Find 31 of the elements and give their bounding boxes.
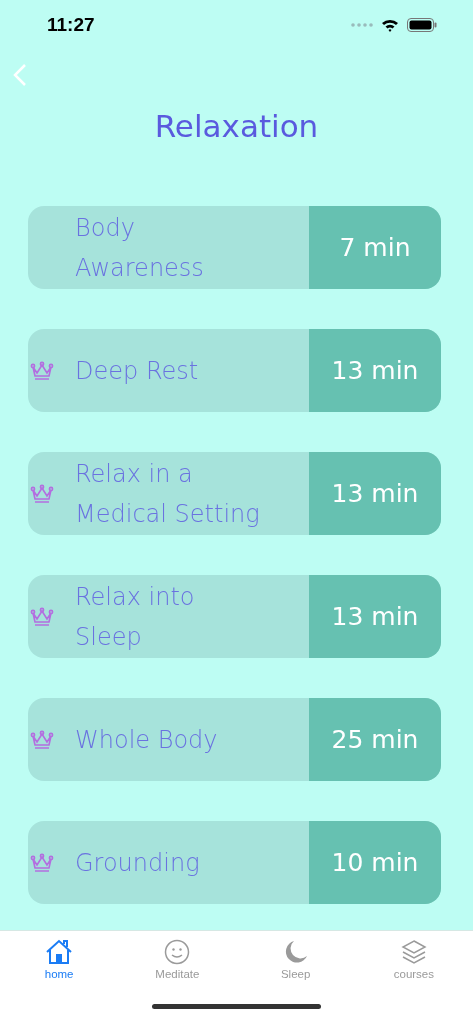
tab[interactable]: Sleep	[245, 939, 346, 980]
signal-icon	[351, 23, 373, 27]
session-card[interactable]: Whole Body 25 min	[28, 698, 441, 781]
wifi-icon	[381, 18, 399, 32]
session-name: Deep Rest	[75, 355, 199, 387]
session-duration: 13 min	[309, 575, 441, 658]
session-card[interactable]: Body Awareness 7 min	[28, 206, 441, 289]
session-duration: 25 min	[309, 698, 441, 781]
back-icon[interactable]	[12, 63, 28, 87]
session-card[interactable]: Relax into Sleep 13 min	[28, 575, 441, 658]
session-duration: 13 min	[309, 452, 441, 535]
session-name: Relax into Sleep	[75, 581, 195, 653]
session-duration: 7 min	[309, 206, 441, 289]
session-name: Grounding	[75, 847, 200, 879]
page-title: Relaxation	[154, 108, 319, 144]
tab[interactable]: home	[9, 939, 110, 980]
session-name: Whole Body	[75, 724, 218, 756]
session-name: Relax in a Medical Setting	[75, 458, 260, 530]
status-time: 11:27	[47, 14, 95, 36]
session-card[interactable]: Grounding 10 min	[28, 821, 441, 904]
session-card[interactable]: Deep Rest 13 min	[28, 329, 441, 412]
session-name: Body Awareness	[75, 212, 204, 284]
session-card[interactable]: Relax in a Medical Setting 13 min	[28, 452, 441, 535]
tab[interactable]: courses	[363, 939, 464, 980]
tab[interactable]: Meditate	[127, 939, 228, 980]
session-duration: 10 min	[309, 821, 441, 904]
smiley-icon	[164, 939, 191, 965]
session-duration: 13 min	[309, 329, 441, 412]
battery-icon	[407, 18, 437, 32]
layers-icon	[400, 939, 427, 965]
home-icon	[45, 939, 74, 965]
